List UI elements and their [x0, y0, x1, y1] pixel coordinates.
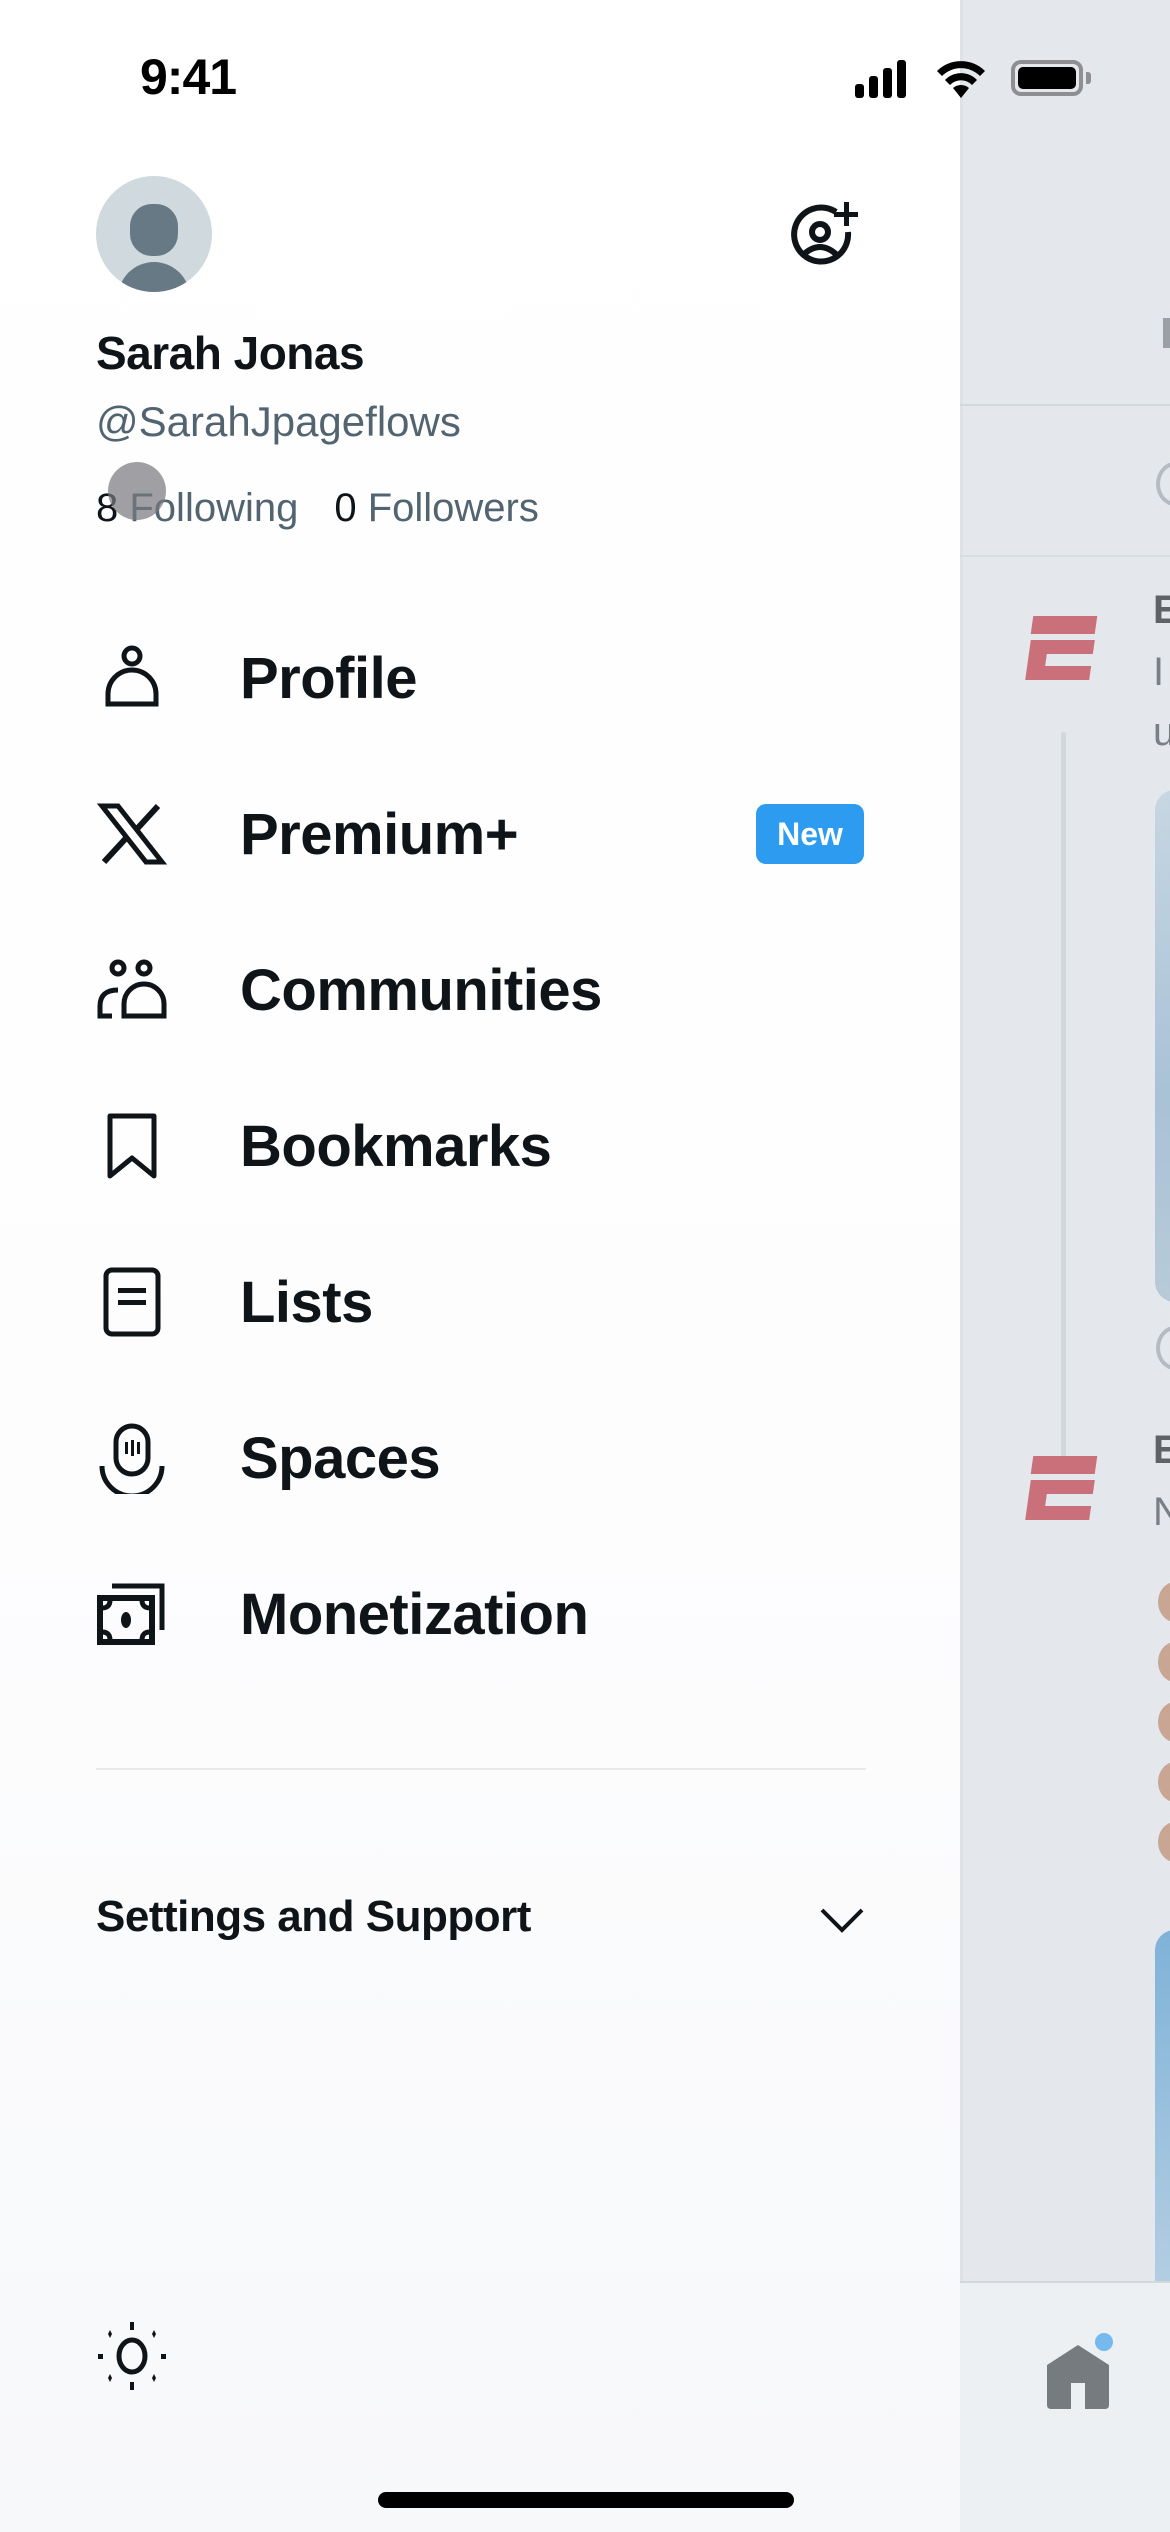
- menu-item-monetization[interactable]: Monetization: [0, 1536, 960, 1692]
- menu-item-spaces[interactable]: Spaces: [0, 1380, 960, 1536]
- post-text-fragment: N: [1153, 1490, 1170, 1534]
- background-feed[interactable]: E I u E N: [960, 0, 1170, 2532]
- post-image[interactable]: [1155, 790, 1170, 1302]
- home-icon[interactable]: [1047, 2345, 1109, 2409]
- tab-bar: [960, 2281, 1170, 2532]
- feed-tab-fragment: [1163, 318, 1170, 348]
- display-name[interactable]: Sarah Jonas: [96, 326, 365, 380]
- espn-logo[interactable]: [1025, 1456, 1098, 1520]
- thread-line: [1061, 732, 1066, 1462]
- menu-item-lists[interactable]: Lists: [0, 1224, 960, 1380]
- basketball-emoji: [1158, 1762, 1170, 1802]
- menu-divider: [96, 1768, 866, 1770]
- person-icon: [105, 645, 159, 707]
- menu-label: Spaces: [240, 1425, 441, 1491]
- post-text-fragment: u: [1153, 710, 1170, 754]
- menu-label: Communities: [240, 957, 602, 1023]
- basketball-emoji: [1158, 1582, 1170, 1622]
- side-drawer: 9:41 Sarah Jonas @SarahJpageflows 8 Foll…: [0, 0, 1091, 2532]
- avatar[interactable]: [96, 176, 212, 292]
- feed-icon-fragment: [1156, 462, 1170, 506]
- menu-item-bookmarks[interactable]: Bookmarks: [0, 1068, 960, 1224]
- x-logo-icon: [96, 803, 168, 865]
- feed-divider: [960, 555, 1170, 557]
- menu-label: Premium+: [240, 801, 519, 867]
- followers-link[interactable]: 0 Followers: [334, 486, 539, 531]
- battery-cap: [1086, 72, 1091, 84]
- touch-indicator: [108, 462, 166, 520]
- menu-item-premium[interactable]: Premium+ New: [0, 756, 960, 912]
- drawer-edge: [960, 0, 963, 2532]
- home-indicator: [378, 2492, 794, 2508]
- post-action-fragment: [1156, 1326, 1170, 1370]
- new-badge: New: [756, 804, 864, 864]
- monetization-icon: [97, 1583, 165, 1645]
- settings-and-support-toggle[interactable]: Settings and Support: [96, 1880, 866, 1960]
- battery-icon: [1011, 60, 1083, 96]
- menu-label: Bookmarks: [240, 1113, 552, 1179]
- followers-count: 0: [334, 486, 357, 530]
- user-handle: @SarahJpageflows: [96, 398, 461, 445]
- communities-icon: [97, 959, 167, 1019]
- followers-label: Followers: [367, 486, 539, 530]
- sun-icon[interactable]: [96, 2320, 168, 2392]
- post-author-fragment: E: [1153, 588, 1170, 632]
- wifi-icon: [937, 61, 985, 98]
- add-account-icon[interactable]: [788, 198, 860, 270]
- basketball-emoji: [1158, 1642, 1170, 1682]
- menu-item-profile[interactable]: Profile: [0, 600, 960, 756]
- settings-label: Settings and Support: [96, 1892, 531, 1941]
- spaces-icon: [99, 1423, 165, 1494]
- basketball-emoji: [1158, 1702, 1170, 1742]
- bookmark-icon: [107, 1113, 157, 1179]
- menu-label: Profile: [240, 645, 418, 711]
- notification-dot: [1095, 2333, 1113, 2351]
- menu-label: Monetization: [240, 1581, 589, 1647]
- chevron-down-icon: [820, 1908, 864, 1933]
- cellular-signal-icon: [855, 58, 915, 98]
- post-author-fragment: E: [1153, 1428, 1170, 1472]
- basketball-emoji: [1158, 1822, 1170, 1862]
- menu-item-communities[interactable]: Communities: [0, 912, 960, 1068]
- post-text-fragment: I: [1153, 650, 1165, 694]
- status-time: 9:41: [140, 49, 237, 105]
- menu-label: Lists: [240, 1269, 373, 1335]
- feed-header-divider: [960, 404, 1170, 406]
- lists-icon: [103, 1267, 161, 1337]
- espn-logo[interactable]: [1025, 616, 1098, 680]
